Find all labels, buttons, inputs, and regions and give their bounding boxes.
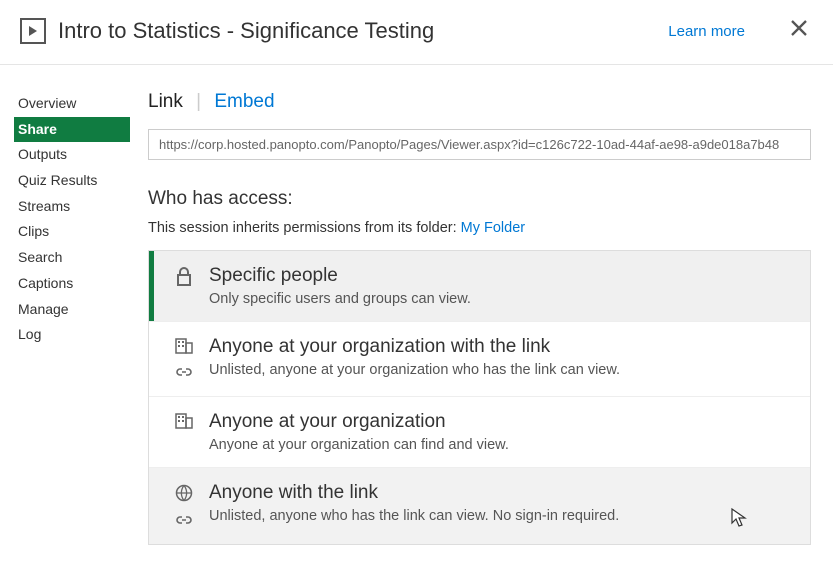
close-button[interactable] <box>785 14 813 48</box>
share-url-input[interactable] <box>148 129 811 160</box>
access-option-desc: Anyone at your organization can find and… <box>209 437 798 453</box>
share-tabs: Link | Embed <box>148 91 811 113</box>
lock-icon <box>175 267 193 292</box>
dialog-body: Overview Share Outputs Quiz Results Stre… <box>0 65 833 545</box>
link-icon <box>175 512 193 530</box>
access-heading: Who has access: <box>148 188 811 210</box>
sidebar-item-overview[interactable]: Overview <box>14 91 130 117</box>
access-option-specific-people[interactable]: Specific people Only specific users and … <box>149 251 810 321</box>
building-icon <box>175 338 193 359</box>
access-icon-col <box>159 482 209 530</box>
access-text: Anyone with the link Unlisted, anyone wh… <box>209 482 798 524</box>
access-option-desc: Only specific users and groups can view. <box>209 291 798 307</box>
inherit-message: This session inherits permissions from i… <box>148 220 811 236</box>
dialog-header: Intro to Statistics - Significance Testi… <box>0 0 833 65</box>
main-panel: Link | Embed Who has access: This sessio… <box>130 91 833 545</box>
dialog-title: Intro to Statistics - Significance Testi… <box>58 18 668 44</box>
access-option-list: Specific people Only specific users and … <box>148 250 811 545</box>
sidebar-item-quiz-results[interactable]: Quiz Results <box>14 168 130 194</box>
learn-more-link[interactable]: Learn more <box>668 23 745 40</box>
sidebar: Overview Share Outputs Quiz Results Stre… <box>0 91 130 545</box>
building-icon <box>175 413 193 434</box>
globe-icon <box>175 484 193 507</box>
sidebar-item-log[interactable]: Log <box>14 322 130 348</box>
access-option-org-with-link[interactable]: Anyone at your organization with the lin… <box>149 321 810 396</box>
sidebar-item-manage[interactable]: Manage <box>14 297 130 323</box>
access-option-title: Specific people <box>209 265 798 287</box>
tab-separator: | <box>196 91 201 112</box>
tab-embed[interactable]: Embed <box>214 91 274 112</box>
tab-link[interactable]: Link <box>148 91 183 112</box>
access-option-desc: Unlisted, anyone who has the link can vi… <box>209 508 798 524</box>
link-icon <box>175 364 193 382</box>
access-option-org[interactable]: Anyone at your organization Anyone at yo… <box>149 396 810 467</box>
access-icon-col <box>159 411 209 434</box>
sidebar-item-captions[interactable]: Captions <box>14 271 130 297</box>
play-icon <box>20 18 46 44</box>
access-icon-col <box>159 336 209 382</box>
sidebar-item-share[interactable]: Share <box>14 117 130 143</box>
sidebar-item-search[interactable]: Search <box>14 245 130 271</box>
sidebar-item-outputs[interactable]: Outputs <box>14 142 130 168</box>
access-text: Anyone at your organization with the lin… <box>209 336 798 378</box>
inherit-prefix: This session inherits permissions from i… <box>148 220 461 236</box>
sidebar-item-streams[interactable]: Streams <box>14 194 130 220</box>
access-icon-col <box>159 265 209 292</box>
access-option-desc: Unlisted, anyone at your organization wh… <box>209 362 798 378</box>
access-text: Anyone at your organization Anyone at yo… <box>209 411 798 453</box>
access-text: Specific people Only specific users and … <box>209 265 798 307</box>
access-option-title: Anyone at your organization with the lin… <box>209 336 798 358</box>
access-option-title: Anyone with the link <box>209 482 798 504</box>
access-option-title: Anyone at your organization <box>209 411 798 433</box>
sidebar-item-clips[interactable]: Clips <box>14 219 130 245</box>
folder-link[interactable]: My Folder <box>461 220 525 236</box>
access-option-anyone-with-link[interactable]: Anyone with the link Unlisted, anyone wh… <box>149 467 810 544</box>
